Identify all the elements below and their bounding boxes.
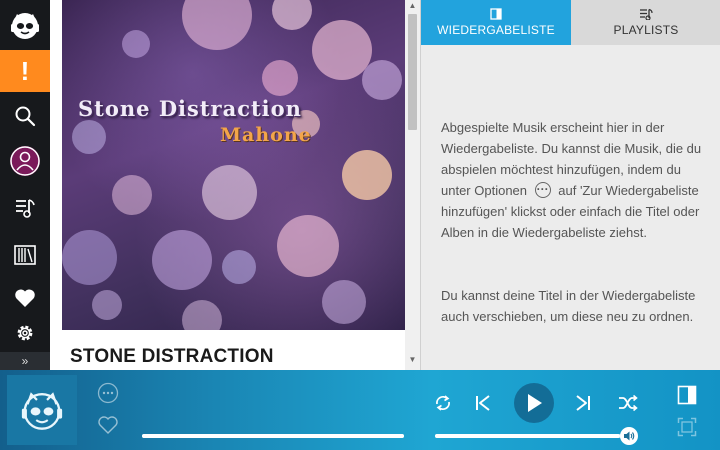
panel-toggle-icon: [677, 385, 697, 405]
previous-button[interactable]: [472, 392, 494, 414]
shuffle-button[interactable]: [616, 392, 640, 414]
volume-icon: [624, 431, 635, 441]
heart-icon: [98, 416, 118, 434]
shuffle-icon: [619, 394, 638, 412]
cover-art-decoration: [262, 60, 298, 96]
search-icon: [15, 106, 36, 127]
player-bar: [0, 370, 720, 450]
cover-art-decoration: [277, 215, 339, 277]
playlist-icon: [640, 8, 653, 20]
volume-fill: [435, 434, 621, 438]
heart-icon: [15, 289, 35, 307]
queue-help-text: Abgespielte Musik erscheint hier in der …: [441, 117, 709, 243]
sidebar-item-alert[interactable]: !: [0, 50, 50, 92]
next-icon: [576, 395, 590, 411]
cover-art-decoration: [222, 250, 256, 284]
sidebar-item-queue[interactable]: [0, 188, 50, 228]
music-queue-icon: [16, 199, 35, 218]
sidebar-item-settings[interactable]: [0, 315, 50, 351]
napster-logo-icon[interactable]: [0, 3, 50, 47]
fullscreen-button[interactable]: [676, 416, 698, 438]
repeat-button[interactable]: [432, 392, 454, 414]
cover-art-decoration: [202, 165, 257, 220]
sidebar-expand-button[interactable]: »: [0, 352, 50, 370]
progress-bar[interactable]: [142, 434, 404, 438]
sidebar: ! »: [0, 0, 50, 370]
library-icon: [14, 245, 36, 265]
queue-panel-icon: [490, 8, 502, 20]
cover-art-decoration: [112, 175, 152, 215]
more-options-icon: [534, 179, 551, 200]
tab-playlists[interactable]: PLAYLISTS: [571, 0, 720, 45]
play-button[interactable]: [514, 383, 554, 423]
volume-button[interactable]: [620, 427, 638, 445]
album-title: STONE DISTRACTION: [70, 346, 274, 367]
album-detail-pane: Stone Distraction Mahone ▲ ▼ STONE DISTR…: [50, 0, 420, 370]
cover-art-decoration: [342, 150, 392, 200]
scroll-down-icon[interactable]: ▼: [405, 354, 420, 366]
queue-panel: WIEDERGABELISTE PLAYLISTS Abgespielte Mu…: [420, 0, 720, 370]
cover-art-decoration: [122, 30, 150, 58]
cover-artist: Mahone: [220, 124, 312, 146]
gear-icon: [17, 325, 33, 341]
cover-art-decoration: [362, 60, 402, 100]
sidebar-item-library[interactable]: [0, 235, 50, 275]
sidebar-item-favorites[interactable]: [0, 278, 50, 318]
toggle-queue-panel-button[interactable]: [676, 384, 698, 406]
profile-icon: [10, 146, 40, 176]
queue-empty-state: Abgespielte Musik erscheint hier in der …: [421, 45, 720, 370]
cover-art-decoration: [92, 290, 122, 320]
play-icon: [528, 394, 542, 412]
more-options-icon: [97, 382, 119, 404]
cover-art-decoration: [272, 0, 312, 30]
tab-playlists-label: PLAYLISTS: [613, 23, 679, 37]
now-playing-artwork[interactable]: [7, 375, 77, 445]
cover-art-decoration: [182, 300, 222, 330]
sidebar-item-profile[interactable]: [0, 141, 50, 181]
fullscreen-icon: [677, 417, 697, 437]
cover-art-decoration: [72, 120, 106, 154]
tab-queue[interactable]: WIEDERGABELISTE: [421, 0, 571, 45]
scroll-thumb[interactable]: [408, 14, 417, 130]
next-button[interactable]: [572, 392, 594, 414]
cover-art-decoration: [152, 230, 212, 290]
cover-title: Stone Distraction: [78, 96, 302, 121]
more-options-button[interactable]: [97, 382, 119, 409]
repeat-icon: [436, 395, 450, 411]
alert-icon: !: [20, 55, 30, 86]
progress-fill: [142, 434, 404, 438]
previous-icon: [476, 395, 490, 411]
cover-art-decoration: [322, 280, 366, 324]
napster-logo-icon: [21, 392, 63, 430]
scroll-up-icon[interactable]: ▲: [405, 0, 420, 12]
like-button[interactable]: [97, 415, 119, 440]
cover-art-decoration: [62, 230, 117, 285]
volume-slider[interactable]: [435, 434, 628, 438]
vertical-scrollbar[interactable]: ▲ ▼: [405, 0, 420, 370]
sidebar-item-search[interactable]: [0, 96, 50, 136]
queue-reorder-text: Du kannst deine Titel in der Wiedergabel…: [441, 288, 696, 324]
tab-queue-label: WIEDERGABELISTE: [437, 23, 555, 37]
album-cover[interactable]: Stone Distraction Mahone: [62, 0, 405, 330]
cover-art-decoration: [182, 0, 252, 50]
expand-icon: »: [21, 354, 29, 368]
